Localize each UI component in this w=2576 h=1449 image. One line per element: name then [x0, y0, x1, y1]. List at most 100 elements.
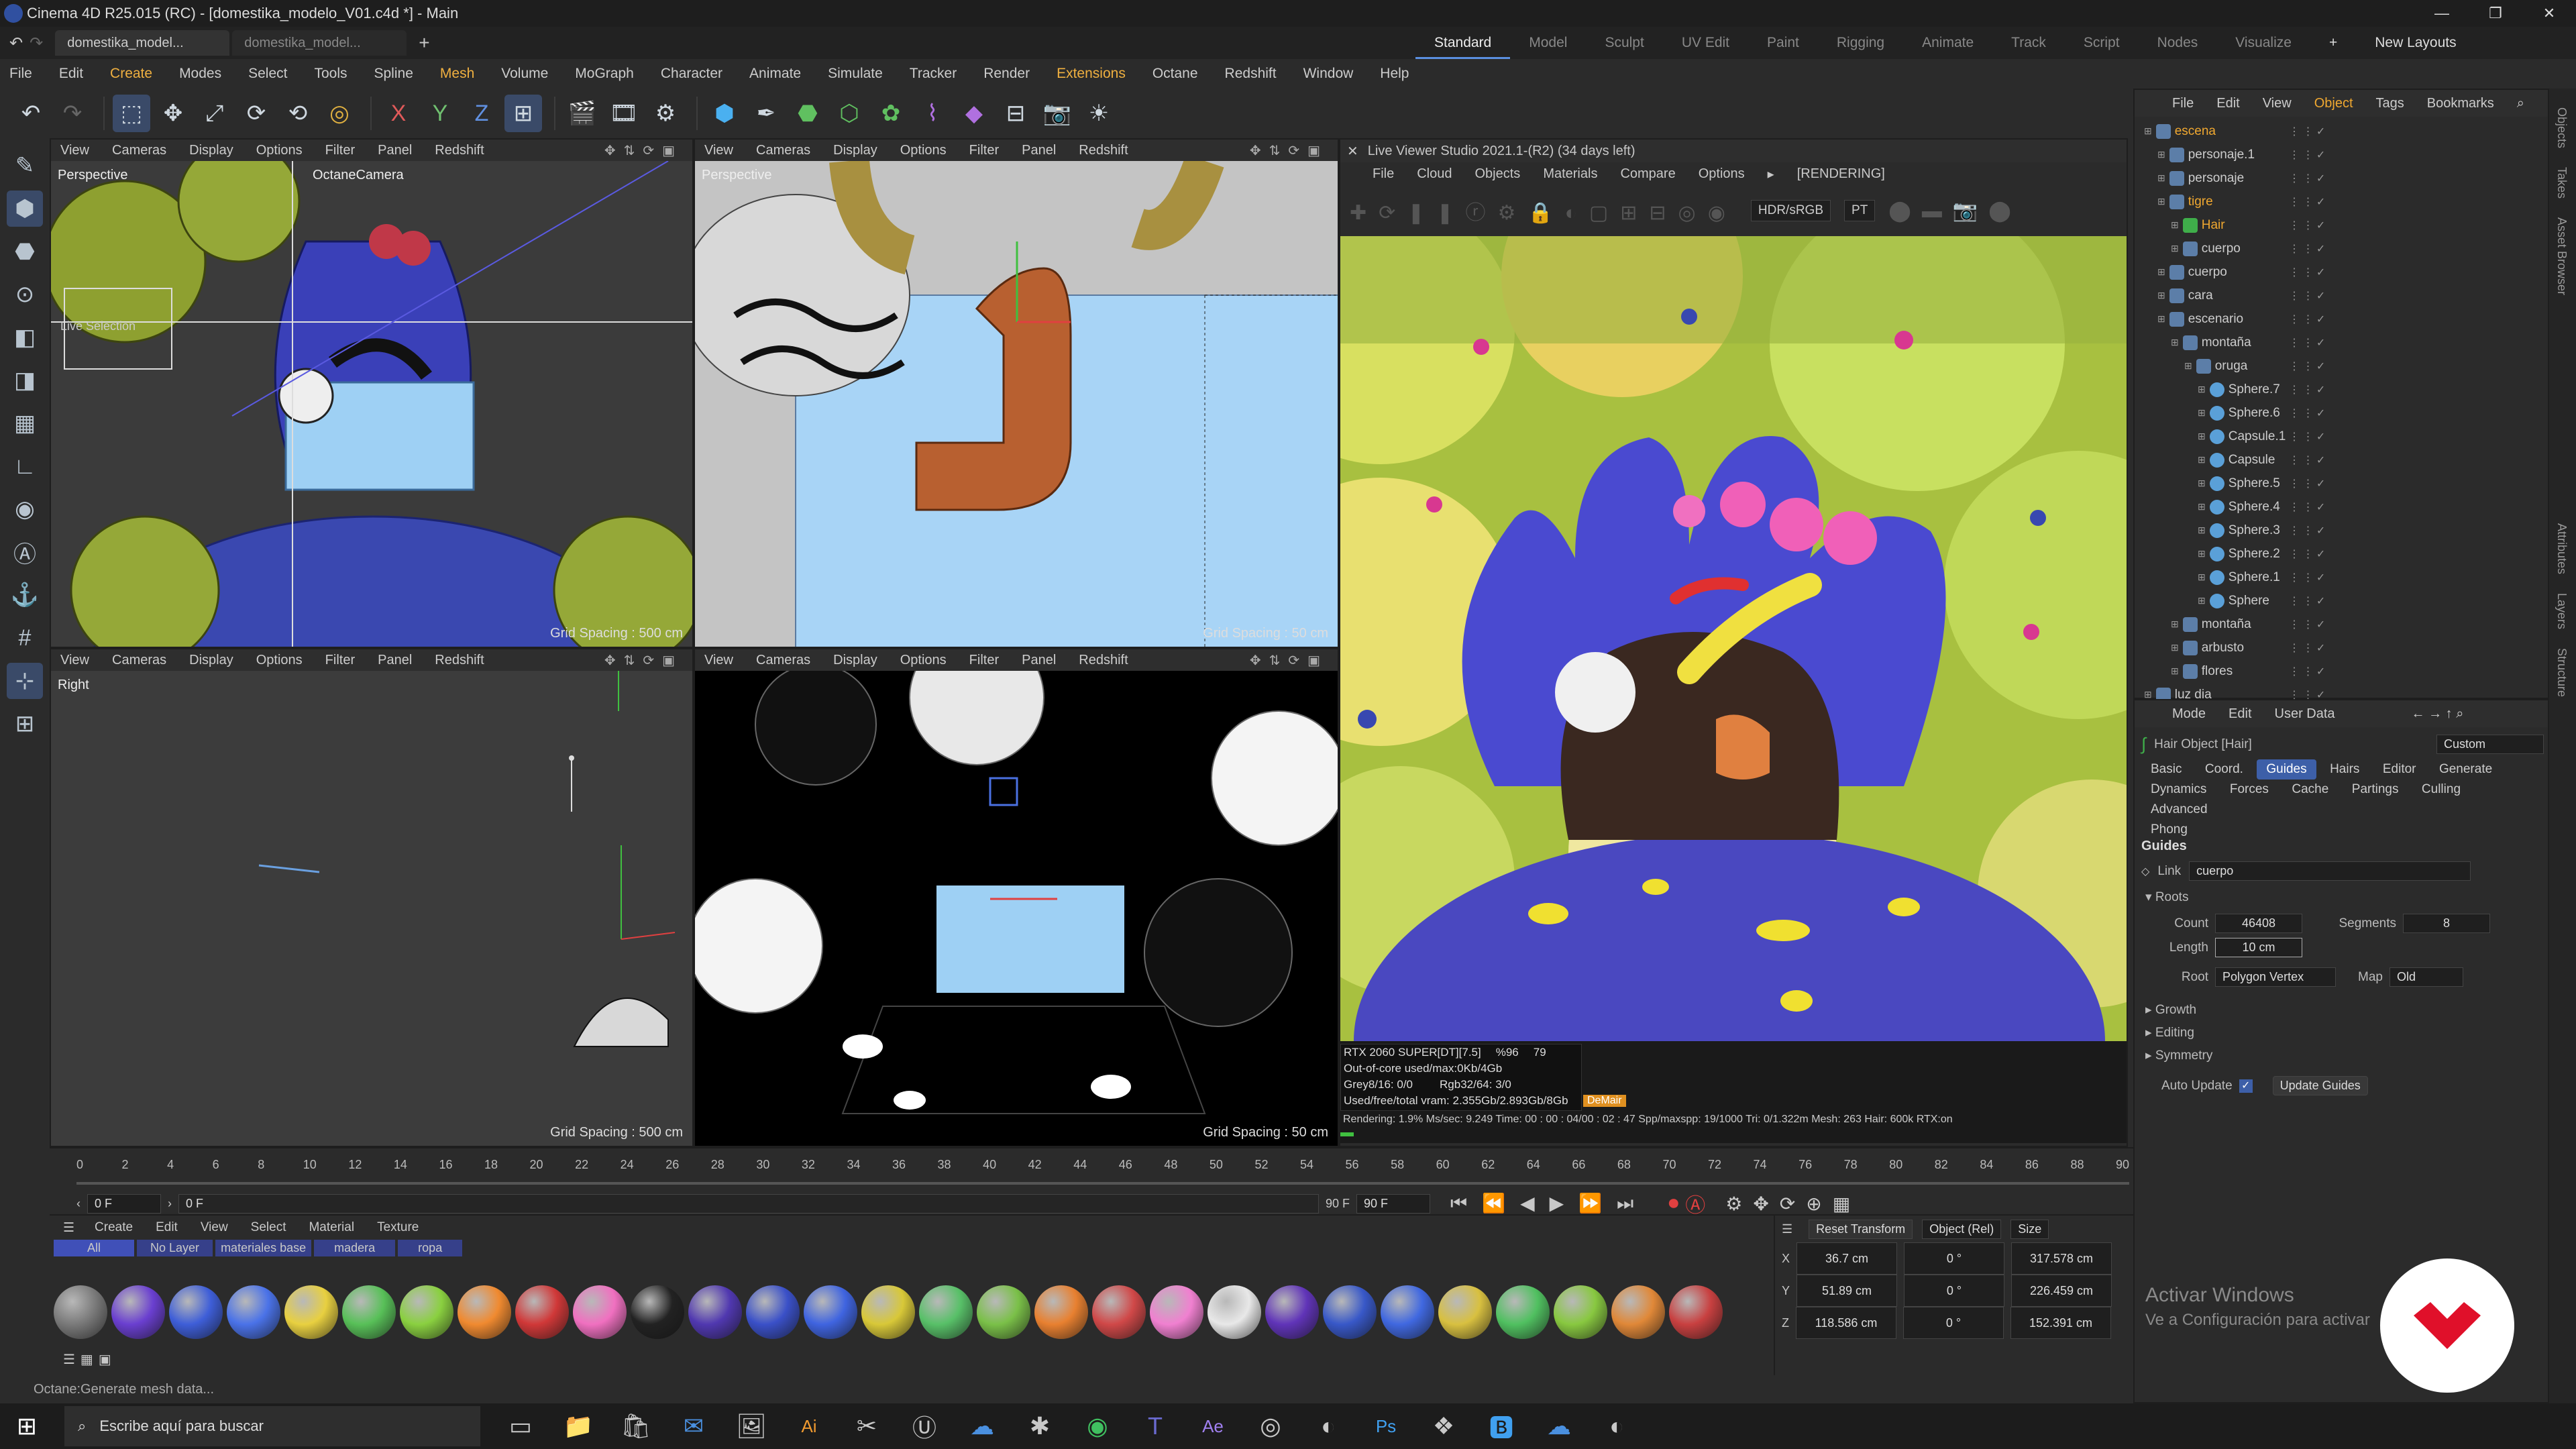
material-swatch[interactable] [227, 1285, 280, 1339]
deformer-icon[interactable]: ⌇ [914, 95, 951, 132]
filter-madera[interactable]: madera [314, 1240, 396, 1256]
menu-help[interactable]: Help [1380, 66, 1409, 82]
viewport-menu-options[interactable]: Options [900, 143, 947, 158]
material-swatch[interactable] [977, 1285, 1030, 1339]
tab-guides[interactable]: Guides [2257, 759, 2316, 780]
render-settings-icon[interactable]: ⚙ [647, 95, 684, 132]
windows-start-icon[interactable]: ⊞ [7, 1406, 47, 1446]
expand-toggle-icon[interactable]: ⊞ [2198, 595, 2206, 606]
material-swatch[interactable] [1323, 1285, 1377, 1339]
rotate-icon[interactable]: ⟳ [237, 95, 275, 132]
end-frame-field[interactable]: 90 F [1356, 1193, 1431, 1214]
material-swatch[interactable] [1034, 1285, 1088, 1339]
object-row[interactable]: ⊞ arbusto ⋮ ⋮ ✓ [2135, 636, 2548, 659]
expand-toggle-icon[interactable]: ⊞ [2198, 407, 2206, 419]
colorspace-dropdown[interactable]: HDR/sRGB [1750, 200, 1831, 221]
object-row[interactable]: ⊞ cuerpo ⋮ ⋮ ✓ [2135, 237, 2548, 260]
hamburger-icon[interactable]: ☰ [63, 1220, 74, 1236]
render-view-icon[interactable]: 🎬 [564, 95, 601, 132]
viewport-menu-redshift[interactable]: Redshift [1079, 143, 1128, 158]
viewport-menu-view[interactable]: View [704, 653, 733, 668]
uv-mode-icon[interactable]: ▦ [7, 405, 43, 441]
object-row[interactable]: ⊞ Sphere.3 ⋮ ⋮ ✓ [2135, 519, 2548, 542]
after-effects-icon[interactable]: Ae [1193, 1406, 1233, 1446]
maximize-button[interactable]: ❐ [2469, 0, 2522, 27]
attr-menu-edit[interactable]: Edit [2229, 706, 2251, 722]
size-dropdown[interactable]: Size [2010, 1219, 2049, 1239]
om-menu-edit[interactable]: Edit [2216, 96, 2239, 111]
expand-toggle-icon[interactable]: ⊞ [2198, 501, 2206, 513]
onedrive-icon[interactable]: ☁ [962, 1406, 1002, 1446]
lv-tool-icons[interactable]: ✚⟳❚❚ⓡ⚙🔒◐▢⊞⊟◎◉ [1350, 196, 1737, 225]
side-tab-structure[interactable]: Structure [2555, 648, 2569, 697]
layout-tab-animate[interactable]: Animate [1903, 27, 1992, 59]
illustrator-icon[interactable]: Ai [789, 1406, 829, 1446]
viewport-nav-icons[interactable]: ✥⇅⟳▣ [1250, 142, 1328, 159]
file-explorer-icon[interactable]: 📁 [558, 1406, 598, 1446]
link-field[interactable]: cuerpo [2189, 861, 2471, 881]
expand-toggle-icon[interactable]: ⊞ [2157, 313, 2165, 325]
material-swatch[interactable] [1092, 1285, 1146, 1339]
material-swatch[interactable] [1496, 1285, 1550, 1339]
mat-menu-create[interactable]: Create [95, 1220, 133, 1235]
store-icon[interactable]: 🛍 [616, 1406, 656, 1446]
material-swatch[interactable] [1208, 1285, 1261, 1339]
menu-tracker[interactable]: Tracker [910, 66, 957, 82]
viewport-menu-cameras[interactable]: Cameras [756, 653, 810, 668]
layout-tab-model[interactable]: Model [1510, 27, 1586, 59]
expand-toggle-icon[interactable]: ⊞ [2171, 665, 2179, 677]
filter-all[interactable]: All [54, 1240, 135, 1256]
material-swatch[interactable] [1438, 1285, 1492, 1339]
expand-toggle-icon[interactable]: ⊞ [2157, 196, 2165, 207]
viewport-menu-view[interactable]: View [60, 143, 89, 158]
mail-icon[interactable]: ✉ [674, 1406, 714, 1446]
model-mode-icon[interactable]: ⬢ [7, 191, 43, 227]
light-icon[interactable]: ☀ [1080, 95, 1118, 132]
layout-tab-uvedit[interactable]: UV Edit [1663, 27, 1748, 59]
recent-tools-icon[interactable]: ⟲ [279, 95, 317, 132]
rot-z-field[interactable]: 0 ° [1903, 1307, 2004, 1339]
expand-toggle-icon[interactable]: ⊞ [2171, 219, 2179, 231]
menu-spline[interactable]: Spline [374, 66, 413, 82]
layout-tab-paint[interactable]: Paint [1748, 27, 1818, 59]
viewport-menu-filter[interactable]: Filter [325, 143, 355, 158]
menu-create[interactable]: Create [110, 66, 152, 82]
menu-redshift[interactable]: Redshift [1225, 66, 1277, 82]
lv-extra-icons[interactable]: ⬤▬📷⬤ [1888, 199, 2022, 223]
lv-menu-options[interactable]: Options [1699, 166, 1745, 182]
expand-toggle-icon[interactable]: ⊞ [2144, 125, 2152, 137]
edges-mode-icon[interactable]: ◧ [7, 319, 43, 356]
tab-basic[interactable]: Basic [2141, 759, 2191, 780]
object-row[interactable]: ⊞ cara ⋮ ⋮ ✓ [2135, 284, 2548, 307]
live-selection-icon[interactable]: ⬚ [113, 95, 150, 132]
side-tab-attributes[interactable]: Attributes [2555, 523, 2569, 574]
auto-update-checkbox[interactable]: ✓ [2239, 1079, 2253, 1093]
timeline-ruler[interactable]: 0 2 4 6 8 10 12 14 16 18 20 22 24 26 28 30 32 34 36 38 40 42 4… [76, 1158, 2129, 1177]
object-row[interactable]: ⊞ Hair ⋮ ⋮ ✓ [2135, 213, 2548, 237]
expand-toggle-icon[interactable]: ⊞ [2198, 548, 2206, 559]
filter-no-layer[interactable]: No Layer [137, 1240, 213, 1256]
visibility-dots-icon[interactable]: ⋮ ⋮ ✓ [2289, 641, 2325, 655]
viewport-menu-cameras[interactable]: Cameras [112, 653, 166, 668]
subdivision-icon[interactable]: ⬣ [789, 95, 826, 132]
menu-octane[interactable]: Octane [1152, 66, 1198, 82]
object-row[interactable]: ⊞ escena ⋮ ⋮ ✓ [2135, 119, 2548, 143]
menu-tools[interactable]: Tools [314, 66, 347, 82]
menu-animate[interactable]: Animate [749, 66, 801, 82]
tab-advanced[interactable]: Advanced [2141, 800, 2217, 820]
coord-mode-dropdown[interactable]: Object (Rel) [1922, 1219, 2002, 1239]
material-swatch[interactable] [400, 1285, 453, 1339]
mat-menu-view[interactable]: View [201, 1220, 228, 1235]
filter-ropa[interactable]: ropa [398, 1240, 463, 1256]
visibility-dots-icon[interactable]: ⋮ ⋮ ✓ [2289, 547, 2325, 561]
close-icon[interactable]: ✕ [1347, 143, 1358, 160]
spotify-icon[interactable]: ◉ [1077, 1406, 1118, 1446]
frame-range-bar[interactable]: 0 F [178, 1193, 1319, 1214]
material-swatch[interactable] [573, 1285, 627, 1339]
object-row[interactable]: ⊞ personaje ⋮ ⋮ ✓ [2135, 166, 2548, 190]
object-row[interactable]: ⊞ Sphere.4 ⋮ ⋮ ✓ [2135, 495, 2548, 519]
material-swatch[interactable] [515, 1285, 569, 1339]
layout-tab-visualize[interactable]: Visualize [2216, 27, 2310, 59]
tab-forces[interactable]: Forces [2220, 780, 2278, 800]
visibility-dots-icon[interactable]: ⋮ ⋮ ✓ [2289, 219, 2325, 232]
